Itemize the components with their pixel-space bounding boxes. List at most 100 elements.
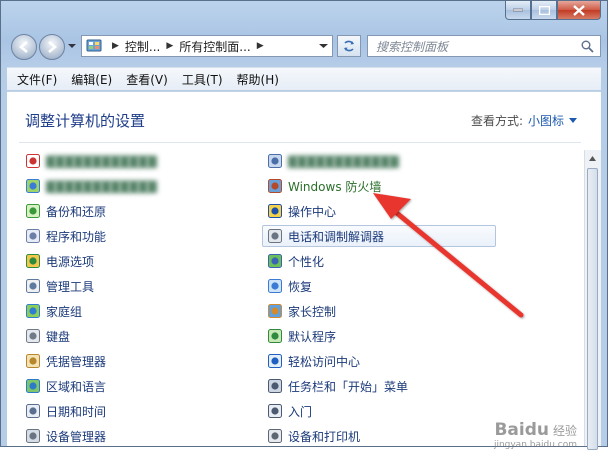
control-panel-item[interactable]: 凭据管理器 [25,350,106,372]
taskbar-icon [268,379,282,393]
watermark-url: jingyan.baidu.com [493,440,577,450]
control-panel-item[interactable]: 家庭组 [25,300,82,322]
back-button[interactable] [11,34,37,60]
control-panel-item-label: 日期和时间 [46,404,107,419]
datetime-icon [26,404,40,418]
control-panel-item[interactable]: 个性化 [267,250,324,272]
programs-icon [26,229,40,243]
control-panel-item-label: ▇▇▇▇▇▇▇▇▇▇▇▇ [46,179,157,193]
control-panel-item-label: 电话和调制解调器 [288,229,385,244]
caption-buttons [505,1,601,21]
breadcrumb-all-items[interactable]: 所有控制面... [179,38,250,55]
content-pane: 调整计算机的设置 查看方式: 小图标 ▇▇▇▇▇▇▇▇▇▇▇▇ ▇▇▇▇▇▇▇▇▇… [7,91,601,450]
control-panel-item-label: 管理工具 [46,279,95,294]
control-panel-item-label: 默认程序 [288,329,337,344]
control-panel-item[interactable]: ▇▇▇▇▇▇▇▇▇▇▇▇ [25,175,157,197]
watermark-brand: Baidu [494,420,549,440]
search-placeholder: 搜索控制面板 [376,39,449,54]
control-panel-item-label: 凭据管理器 [46,354,107,369]
phone-modem-icon [268,229,282,243]
control-panel-item-label: 家庭组 [46,304,83,319]
navigation-bar: ▶ 控制... ▶ 所有控制面... ▶ 搜索控制面板 [9,31,601,61]
vertical-scrollbar[interactable] [584,150,601,450]
refresh-button[interactable] [337,35,361,57]
menu-help[interactable]: 帮助(H) [237,71,279,88]
breadcrumb-separator[interactable]: ▶ [257,41,264,51]
device-manager-icon [26,429,40,443]
breadcrumb-separator[interactable]: ▶ [112,41,119,51]
recovery-icon [268,279,282,293]
menu-bar: 文件(F) 编辑(E) 查看(V) 工具(T) 帮助(H) [7,67,601,90]
menu-file[interactable]: 文件(F) [17,71,57,88]
control-panel-item[interactable]: 管理工具 [25,275,94,297]
parental-icon [268,304,282,318]
control-panel-item[interactable]: 电源选项 [25,250,94,272]
refresh-icon [344,40,354,52]
control-panel-item-label: 程序和功能 [46,229,107,244]
control-panel-item[interactable]: 入门 [267,400,312,422]
control-panel-item-label: 家长控制 [288,304,337,319]
minimize-button[interactable] [505,1,531,20]
control-panel-item[interactable]: ▇▇▇▇▇▇▇▇▇▇▇▇ [267,150,399,172]
control-panel-item[interactable]: Windows 防火墙 [267,175,381,197]
window-frame: ▶ 控制... ▶ 所有控制面... ▶ 搜索控制面板 文件(F) 编辑(E) … [0,0,608,450]
admin-tools-icon [26,279,40,293]
control-panel-item-label: Windows 防火墙 [288,179,382,194]
view-by-dropdown[interactable]: 小图标 [528,112,577,129]
power-icon [26,254,40,268]
address-bar[interactable]: ▶ 控制... ▶ 所有控制面... ▶ [81,35,333,57]
address-dropdown-icon[interactable] [319,42,328,50]
page-title: 调整计算机的设置 [25,112,146,130]
personalize-icon [268,254,282,268]
menu-view[interactable]: 查看(V) [126,71,168,88]
control-panel-item[interactable]: 任务栏和「开始」菜单 [267,375,408,397]
control-panel-item[interactable]: 键盘 [25,325,70,347]
control-panel-item[interactable]: 日期和时间 [25,400,106,422]
minimize-icon [513,8,523,12]
search-box[interactable]: 搜索控制面板 [367,35,601,57]
firewall-icon [268,179,282,193]
default-programs-icon [268,329,282,343]
printer-icon [268,429,282,443]
control-panel-item[interactable]: 默认程序 [267,325,336,347]
ease-access-icon [268,354,282,368]
control-panel-item-label: 备份和还原 [46,204,107,219]
control-panel-item-label: 轻松访问中心 [288,354,361,369]
forward-button[interactable] [39,34,65,60]
control-panel-item[interactable]: 家长控制 [267,300,336,322]
control-panel-item[interactable]: 区域和语言 [25,375,106,397]
menu-edit[interactable]: 编辑(E) [71,71,112,88]
view-by-label: 查看方式: [470,114,523,128]
menu-tools[interactable]: 工具(T) [182,71,223,88]
control-panel-item[interactable]: 操作中心 [267,200,336,222]
close-icon [573,4,585,16]
control-panel-item-label: 设备管理器 [46,429,107,444]
control-panel-item-label: 区域和语言 [46,379,107,394]
control-panel-item[interactable]: 备份和还原 [25,200,106,222]
getting-started-icon [268,404,282,418]
keyboard-icon [26,329,40,343]
control-panel-item-label: ▇▇▇▇▇▇▇▇▇▇▇▇ [46,154,157,168]
scroll-up-button[interactable] [585,150,600,166]
divider [19,142,581,143]
control-panel-item[interactable]: 轻松访问中心 [267,350,360,372]
maximize-button[interactable] [531,1,557,20]
arrow-left-icon [18,41,28,53]
history-dropdown-icon[interactable] [67,41,77,51]
control-panel-item[interactable]: 设备管理器 [25,425,106,446]
control-panel-item[interactable]: 设备和打印机 [267,425,360,446]
control-panel-item-label: 恢复 [288,279,313,294]
control-panel-item[interactable]: 恢复 [267,275,312,297]
control-panel-item[interactable]: ▇▇▇▇▇▇▇▇▇▇▇▇ [25,150,157,172]
control-panel-item-label: 操作中心 [288,204,337,219]
breadcrumb-control-panel[interactable]: 控制... [125,38,160,55]
scroll-thumb[interactable] [587,168,598,450]
control-panel-item[interactable]: 电话和调制解调器 [262,225,496,247]
action-center-icon [268,204,282,218]
flash-icon [26,154,40,168]
close-button[interactable] [557,1,601,20]
search-icon[interactable] [581,40,594,53]
watermark: Baidu 经验 jingyan.baidu.com [494,420,577,450]
control-panel-item[interactable]: 程序和功能 [25,225,106,247]
breadcrumb-separator[interactable]: ▶ [166,41,173,51]
